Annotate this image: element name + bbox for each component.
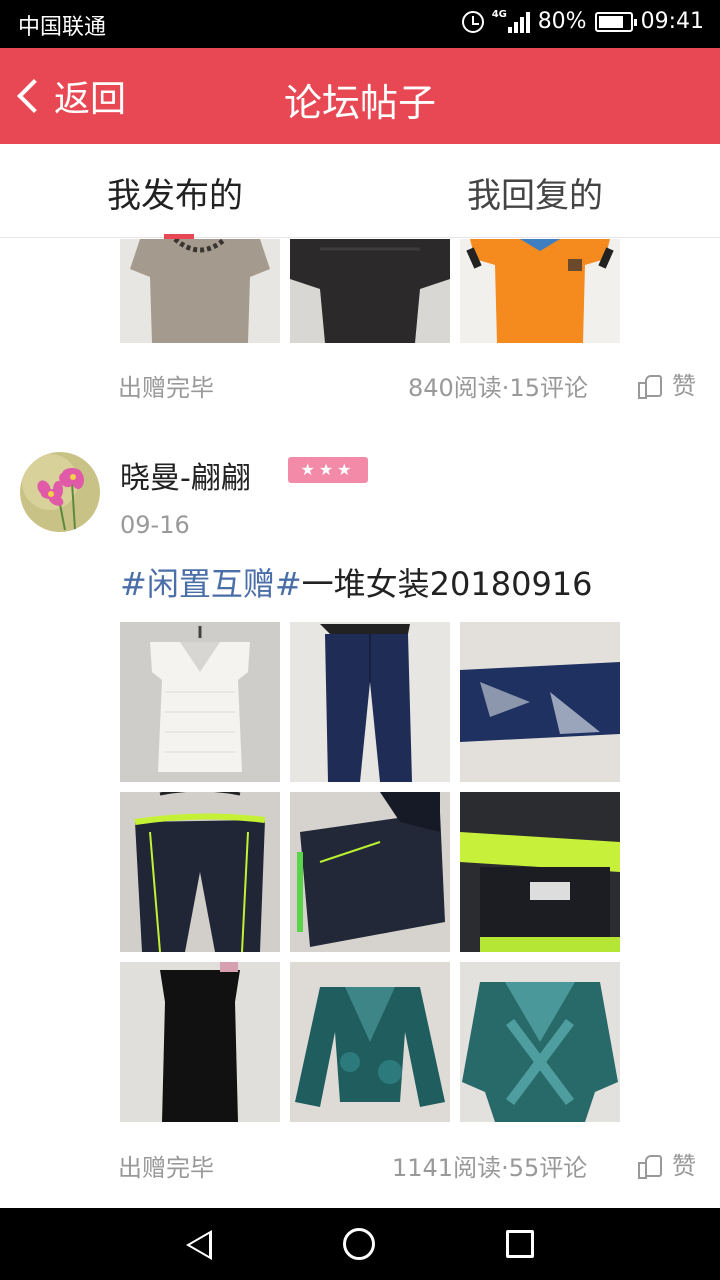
carrier-name: 中国联通 <box>18 15 107 40</box>
post-image-jeans-hem[interactable] <box>460 622 620 782</box>
like-button[interactable]: 赞 <box>638 366 696 401</box>
tab-my-posts[interactable]: 我发布的 <box>107 168 243 217</box>
home-circle-icon[interactable] <box>343 1228 375 1260</box>
post-image-navy-shorts[interactable] <box>120 792 280 952</box>
post-stats: 1141阅读·55评论 <box>392 1154 588 1182</box>
thumb-up-icon <box>638 373 662 399</box>
like-label: 赞 <box>672 1152 696 1180</box>
thumb-up-icon <box>638 1153 662 1179</box>
like-label: 赞 <box>672 372 696 400</box>
battery-icon <box>594 11 637 32</box>
post-image-black-dress[interactable] <box>120 962 280 1122</box>
post-list[interactable]: 出赠完毕 840阅读·15评论 赞 晓曼-翩翩 ★★★ 09-16 #闲置互赠#… <box>0 239 720 1208</box>
like-button[interactable]: 赞 <box>638 1146 696 1181</box>
author-name[interactable]: 晓曼-翩翩 <box>120 453 251 497</box>
tab-my-replies[interactable]: 我回复的 <box>467 168 603 217</box>
post-image-folded-shorts[interactable] <box>290 792 450 952</box>
avatar[interactable] <box>20 452 100 532</box>
back-triangle-icon[interactable] <box>186 1230 212 1260</box>
post-image-blue-jeans[interactable] <box>290 622 450 782</box>
post-image-white-lace-top[interactable] <box>120 622 280 782</box>
tab-bar: 我发布的 我回复的 <box>0 144 720 239</box>
page-title: 论坛帖子 <box>283 81 436 125</box>
status-icons: 4G 80% 09:41 <box>461 8 704 34</box>
post-status: 出赠完毕 <box>118 374 214 402</box>
post-image-taupe-top[interactable] <box>120 239 280 343</box>
post-date: 09-16 <box>120 511 190 539</box>
post-status: 出赠完毕 <box>118 1154 214 1182</box>
battery-percent: 80% <box>537 9 587 34</box>
clock: 09:41 <box>640 9 704 34</box>
recents-square-icon[interactable] <box>506 1230 534 1258</box>
post-stats: 840阅读·15评论 <box>408 374 588 402</box>
post-image-black-top[interactable] <box>290 239 450 343</box>
post-image-shorts-waistband[interactable] <box>460 792 620 952</box>
status-bar: 中国联通 4G 80% 09:41 <box>0 0 720 48</box>
post-title[interactable]: #闲置互赠#一堆女装20180916 <box>120 559 593 605</box>
nav-bar: 返回 论坛帖子 <box>0 48 720 144</box>
post-title-text: 一堆女装20180916 <box>301 565 593 603</box>
signal-icon: 4G <box>491 8 530 33</box>
level-badge: ★★★ <box>288 457 368 483</box>
network-type: 4G <box>491 8 507 20</box>
topic-tag[interactable]: #闲置互赠# <box>120 565 302 603</box>
post-image-teal-velvet-cardigan[interactable] <box>290 962 450 1122</box>
post-image-teal-velvet-top[interactable] <box>460 962 620 1122</box>
alarm-icon <box>461 10 484 33</box>
system-nav-bar <box>0 1208 720 1280</box>
post-image-orange-polo[interactable] <box>460 239 620 343</box>
